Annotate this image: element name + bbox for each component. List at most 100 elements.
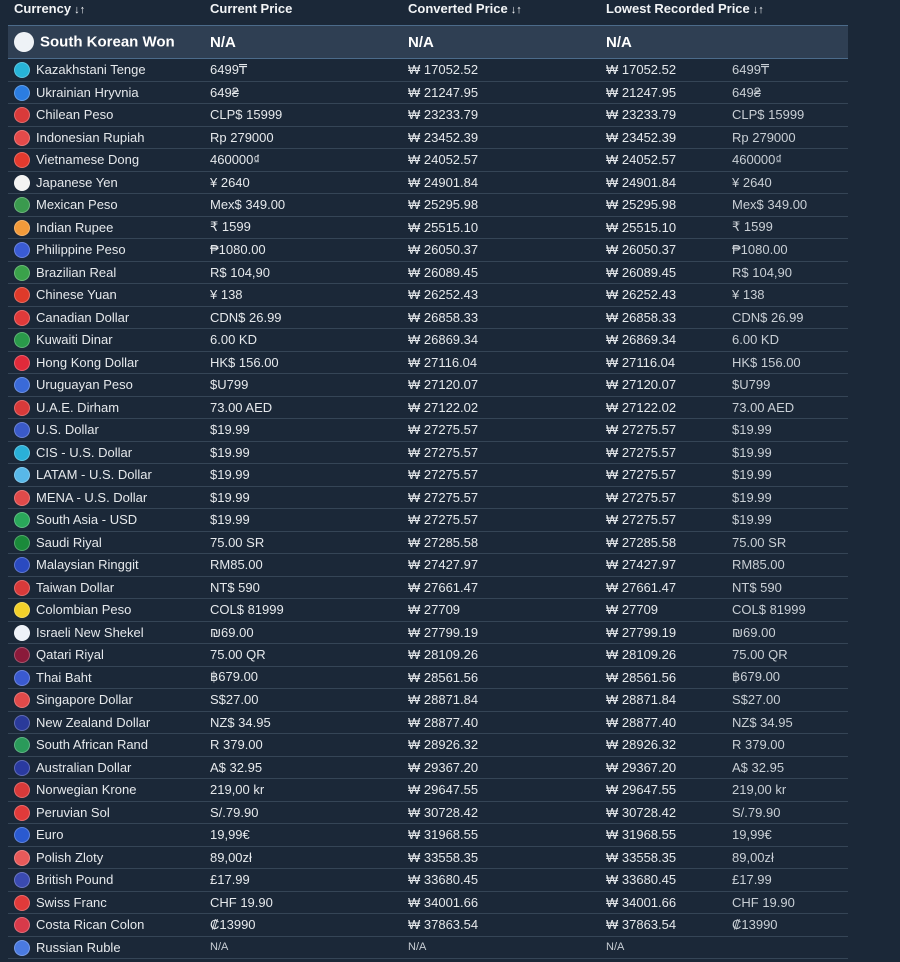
flag-icon <box>14 242 30 259</box>
lowest-price: ₩ 27427.97 <box>600 553 726 577</box>
current-price: £17.99 <box>204 868 402 892</box>
lowest-local-price: RM85.00 <box>726 553 848 577</box>
currency-name: LATAM - U.S. Dollar <box>36 467 152 483</box>
currency-cell: Vietnamese Dong <box>8 148 204 172</box>
flag-icon <box>14 782 30 799</box>
lowest-price: ₩ 26050.37 <box>600 238 726 262</box>
currency-name: Saudi Riyal <box>36 535 102 551</box>
currency-name: Thai Baht <box>36 670 92 686</box>
lowest-price: ₩ 26869.34 <box>600 328 726 352</box>
sort-icon[interactable]: ↓↑ <box>753 4 764 16</box>
lowest-local-price: 460000₫ <box>726 148 848 172</box>
currency-cell: Hong Kong Dollar <box>8 351 204 374</box>
currency-name: Singapore Dollar <box>36 692 133 708</box>
header-currency-label: Currency <box>14 1 72 16</box>
table-row: Swiss Franc CHF 19.90 ₩ 34001.66 ₩ 34001.66… <box>8 891 848 914</box>
lowest-local-price: ฿679.00 <box>726 666 848 689</box>
table-row: Costa Rican Colon ₡13990 ₩ 37863.54 ₩ 37863… <box>8 913 848 937</box>
converted-price: ₩ 27275.57 <box>402 441 600 464</box>
lowest-local-price: 6.00 KD <box>726 328 848 352</box>
current-price: A$ 32.95 <box>204 756 402 779</box>
converted-price: ₩ 25515.10 <box>402 216 600 239</box>
price-table: Currency ↓↑ Current Price Converted Price… <box>8 0 848 959</box>
lowest-price: ₩ 24901.84 <box>600 171 726 194</box>
currency-cell: Brazilian Real <box>8 261 204 284</box>
lowest-local-price: $19.99 <box>726 441 848 464</box>
current-price: Mex$ 349.00 <box>204 193 402 217</box>
lowest-local-price: Mex$ 349.00 <box>726 193 848 217</box>
currency-cell: Costa Rican Colon <box>8 913 204 937</box>
lowest-price: ₩ 26858.33 <box>600 306 726 329</box>
currency-name: Colombian Peso <box>36 602 132 618</box>
currency-name: Vietnamese Dong <box>36 152 140 168</box>
flag-icon <box>14 287 30 304</box>
currency-cell: Swiss Franc <box>8 891 204 914</box>
table-row: South Asia - USD $19.99 ₩ 27275.57 ₩ 27275.… <box>8 508 848 532</box>
currency-name: South African Rand <box>36 737 149 753</box>
currency-name: CIS - U.S. Dollar <box>36 445 133 461</box>
flag-icon <box>14 84 30 101</box>
currency-name: Brazilian Real <box>36 265 117 281</box>
flag-icon <box>14 534 30 551</box>
currency-name: Polish Zloty <box>36 850 104 866</box>
lowest-local-price: £17.99 <box>726 868 848 892</box>
table-row: LATAM - U.S. Dollar $19.99 ₩ 27275.57 ₩ 272… <box>8 463 848 487</box>
currency-name: New Zealand Dollar <box>36 715 151 731</box>
table-row: Japanese Yen ¥ 2640 ₩ 24901.84 ₩ 24901.84 ¥ … <box>8 171 848 194</box>
lowest-price: ₩ 33558.35 <box>600 846 726 869</box>
current-price: ₹ 1599 <box>204 216 402 239</box>
converted-price: ₩ 23233.79 <box>402 103 600 127</box>
table-row: Canadian Dollar CDN$ 26.99 ₩ 26858.33 ₩ 268… <box>8 306 848 329</box>
lowest-local-price: 6499₸ <box>726 58 848 82</box>
lowest-local-price: NZ$ 34.95 <box>726 711 848 734</box>
sort-icon[interactable]: ↓↑ <box>511 4 522 16</box>
flag-icon <box>14 107 30 124</box>
converted-price: ₩ 29647.55 <box>402 778 600 802</box>
currency-name: Uruguayan Peso <box>36 377 133 393</box>
table-row: Vietnamese Dong 460000₫ ₩ 24052.57 ₩ 24052.… <box>8 148 848 172</box>
header-converted-price[interactable]: Converted Price ↓↑ <box>402 0 600 26</box>
lowest-local-price: CDN$ 26.99 <box>726 306 848 329</box>
currency-cell: South African Rand <box>8 733 204 757</box>
flag-icon <box>14 467 30 484</box>
converted-price: ₩ 28109.26 <box>402 643 600 667</box>
current-price: ₡13990 <box>204 913 402 937</box>
lowest-price: ₩ 27661.47 <box>600 576 726 599</box>
converted-price: ₩ 24052.57 <box>402 148 600 172</box>
header-currency[interactable]: Currency ↓↑ <box>8 0 204 26</box>
converted-price: ₩ 30728.42 <box>402 801 600 824</box>
currency-cell: U.S. Dollar <box>8 418 204 442</box>
table-row: British Pound £17.99 ₩ 33680.45 ₩ 33680.45 £… <box>8 868 848 892</box>
currency-name: Kazakhstani Tenge <box>36 62 146 78</box>
current-price: ₪69.00 <box>204 621 402 644</box>
converted-price: ₩ 27427.97 <box>402 553 600 577</box>
converted-price: ₩ 26050.37 <box>402 238 600 262</box>
sort-icon[interactable]: ↓↑ <box>74 4 85 16</box>
flag-icon <box>14 309 30 326</box>
lowest-price: ₩ 21247.95 <box>600 81 726 104</box>
current-price: HK$ 156.00 <box>204 351 402 374</box>
currency-cell: Peruvian Sol <box>8 801 204 824</box>
lowest-price: ₩ 27285.58 <box>600 531 726 554</box>
currency-name: Canadian Dollar <box>36 310 130 326</box>
lowest-price: ₩ 27275.57 <box>600 441 726 464</box>
table-row: Thai Baht ฿679.00 ₩ 28561.56 ₩ 28561.56 ฿679… <box>8 666 848 689</box>
converted-price: ₩ 17052.52 <box>402 58 600 82</box>
converted-price: ₩ 28926.32 <box>402 733 600 757</box>
converted-price: ₩ 27275.57 <box>402 508 600 532</box>
lowest-local-price: $U799 <box>726 373 848 397</box>
lowest-price: ₩ 27275.57 <box>600 463 726 487</box>
currency-name: Malaysian Ringgit <box>36 557 139 573</box>
lowest-local-price <box>726 936 848 959</box>
currency-name: British Pound <box>36 872 114 888</box>
currency-name: Japanese Yen <box>36 175 118 191</box>
header-lowest-price[interactable]: Lowest Recorded Price ↓↑ <box>600 0 848 26</box>
lowest-price: ₩ 23452.39 <box>600 126 726 149</box>
lowest-local-price: 649₴ <box>726 81 848 104</box>
currency-name: Israeli New Shekel <box>36 625 144 641</box>
table-row: Chinese Yuan ¥ 138 ₩ 26252.43 ₩ 26252.43 ¥ 1… <box>8 283 848 307</box>
lowest-local-price: ₡13990 <box>726 913 848 937</box>
lowest-local-price: CHF 19.90 <box>726 891 848 914</box>
converted-price: ₩ 28877.40 <box>402 711 600 734</box>
currency-cell: Philippine Peso <box>8 238 204 262</box>
